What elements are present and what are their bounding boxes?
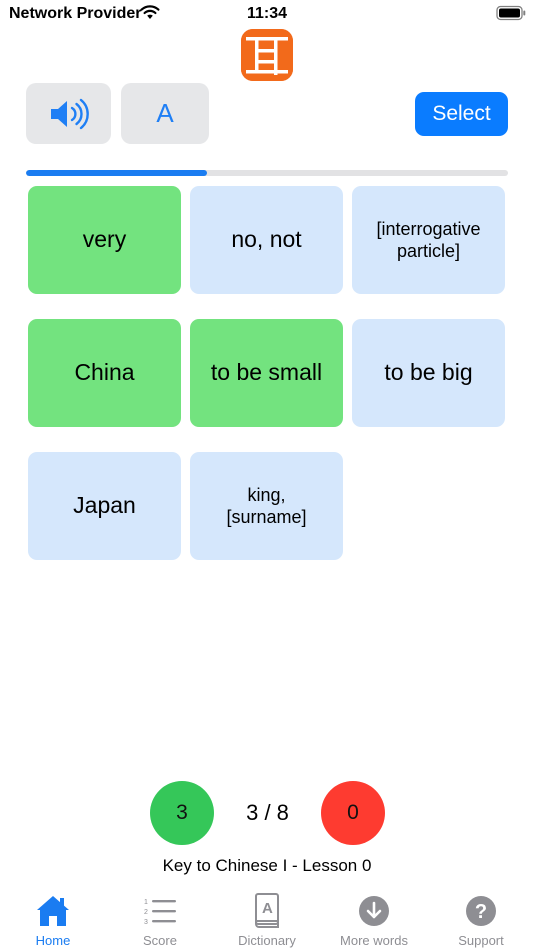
answer-label: to be big — [384, 359, 473, 386]
answer-card[interactable]: Japan — [28, 452, 181, 560]
correct-count-badge: 3 — [150, 781, 214, 845]
house-icon — [37, 896, 69, 926]
answer-label: very — [82, 226, 127, 253]
tab-score[interactable]: 1 2 3 Score — [107, 885, 213, 950]
numbered-list-icon: 1 2 3 — [144, 899, 176, 926]
tab-support[interactable]: ? Support — [428, 885, 534, 950]
battery-icon — [496, 5, 526, 21]
tab-more-words[interactable]: More words — [321, 885, 427, 950]
svg-text:2: 2 — [144, 909, 148, 916]
answer-label: China — [74, 359, 135, 386]
answer-label: no, not — [231, 226, 302, 253]
quiz-progress-fill — [26, 170, 207, 176]
select-button[interactable]: Select — [415, 92, 508, 136]
status-bar: Network Provider 11:34 — [0, 0, 534, 28]
tab-home[interactable]: Home — [0, 885, 106, 950]
answer-card[interactable]: China — [28, 319, 181, 427]
answer-label: Japan — [73, 492, 136, 519]
answer-grid: very no, not [interrogative particle] Ch… — [28, 186, 508, 560]
answer-card[interactable]: no, not — [190, 186, 343, 294]
svg-text:1: 1 — [144, 899, 148, 906]
book-icon: A — [255, 893, 279, 928]
speaker-icon — [50, 98, 89, 129]
tab-label: More words — [340, 933, 408, 948]
download-icon — [359, 896, 389, 926]
answer-card[interactable]: [interrogative particle] — [352, 186, 505, 294]
play-sound-button[interactable] — [26, 83, 111, 144]
chinese-character-logo-icon — [241, 29, 293, 81]
answer-card[interactable]: very — [28, 186, 181, 294]
tab-label: Support — [458, 933, 504, 948]
tab-label: Dictionary — [238, 933, 296, 948]
svg-text:?: ? — [475, 901, 487, 923]
answer-card[interactable]: to be big — [352, 319, 505, 427]
answer-card[interactable]: to be small — [190, 319, 343, 427]
answer-label: [interrogative particle] — [376, 218, 481, 262]
answer-label: king, [surname] — [226, 484, 307, 528]
answer-label: to be small — [210, 359, 323, 386]
tab-bar: Home 1 2 3 Score A Dictionary More words… — [0, 885, 534, 950]
question-icon: ? — [466, 896, 496, 926]
display-mode-button[interactable]: A — [121, 83, 209, 144]
tab-label: Score — [143, 933, 177, 948]
svg-text:A: A — [262, 900, 273, 917]
tab-label: Home — [35, 933, 71, 948]
wrong-count-badge: 0 — [321, 781, 385, 845]
question-progress: 3 / 8 — [246, 800, 289, 825]
tab-dictionary[interactable]: A Dictionary — [214, 885, 320, 950]
answer-card[interactable]: king, [surname] — [190, 452, 343, 560]
clock: 11:34 — [246, 5, 288, 22]
svg-text:3: 3 — [144, 919, 148, 926]
lesson-title: Key to Chinese I - Lesson 0 — [162, 856, 372, 875]
app-logo — [241, 29, 293, 81]
quiz-progress-bar — [26, 170, 508, 176]
